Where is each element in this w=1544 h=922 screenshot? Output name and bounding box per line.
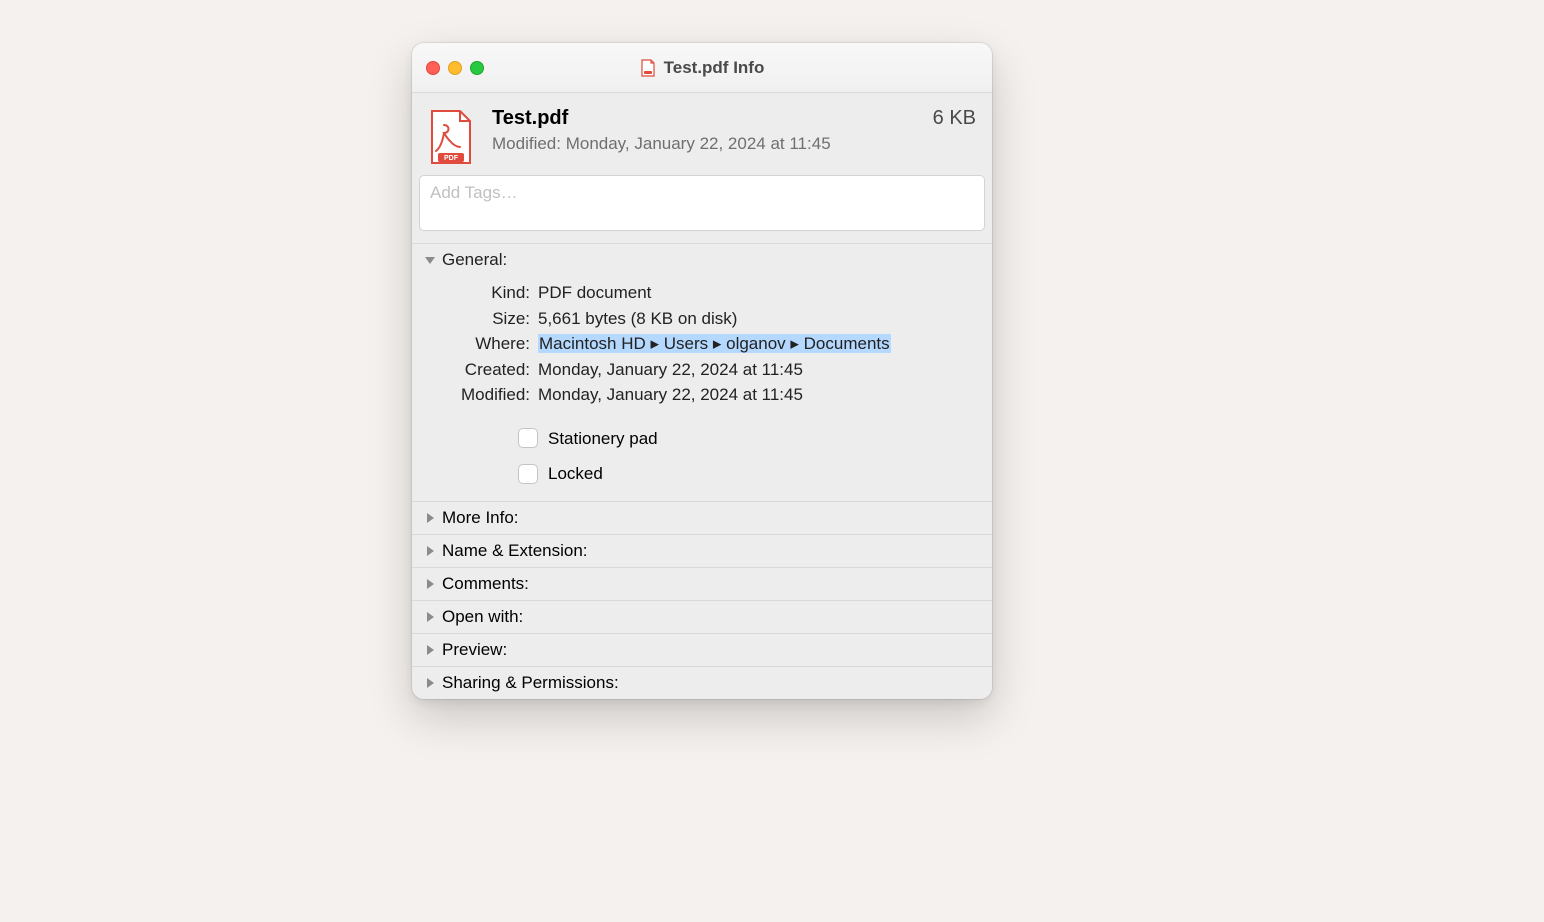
window-title: Test.pdf Info [412,58,992,78]
section-name-extension[interactable]: Name & Extension: [412,534,992,567]
tags-input[interactable] [419,175,985,231]
titlebar[interactable]: Test.pdf Info [412,43,992,93]
file-modified-line: Modified: Monday, January 22, 2024 at 11… [492,134,976,154]
chevron-right-icon [422,645,438,655]
section-preview[interactable]: Preview: [412,633,992,666]
section-general: General: Kind: PDF document Size: 5,661 … [412,243,992,501]
size-label: Size: [422,306,530,332]
section-general-header[interactable]: General: [412,244,992,276]
section-open-with-label: Open with: [442,607,523,627]
modified-value: Monday, January 22, 2024 at 11:45 [538,382,982,408]
minimize-button[interactable] [448,61,462,75]
where-value[interactable]: Macintosh HD ▸ Users ▸ olganov ▸ Documen… [538,334,891,353]
chevron-down-icon [422,257,438,264]
chevron-right-icon [422,612,438,622]
chevron-right-icon [422,546,438,556]
stationery-pad-label[interactable]: Stationery pad [548,426,658,452]
section-comments-label: Comments: [442,574,529,594]
window-title-text: Test.pdf Info [664,58,765,78]
chevron-right-icon [422,513,438,523]
pdf-mini-icon [640,59,656,77]
size-value: 5,661 bytes (8 KB on disk) [538,306,982,332]
file-name: Test.pdf [492,107,568,130]
section-sharing-permissions-label: Sharing & Permissions: [442,673,619,693]
created-value: Monday, January 22, 2024 at 11:45 [538,357,982,383]
created-label: Created: [422,357,530,383]
file-size-short: 6 KB [933,107,976,130]
section-open-with[interactable]: Open with: [412,600,992,633]
where-label: Where: [422,331,530,357]
zoom-button[interactable] [470,61,484,75]
info-window: Test.pdf Info PDF Test.pdf 6 KB Modified… [412,43,992,699]
locked-checkbox[interactable] [518,464,538,484]
section-name-extension-label: Name & Extension: [442,541,588,561]
pdf-file-icon: PDF [428,109,478,165]
traffic-lights [426,61,484,75]
section-sharing-permissions[interactable]: Sharing & Permissions: [412,666,992,699]
kind-value: PDF document [538,280,982,306]
stationery-pad-checkbox[interactable] [518,428,538,448]
section-more-info-label: More Info: [442,508,519,528]
file-summary: PDF Test.pdf 6 KB Modified: Monday, Janu… [412,93,992,175]
section-more-info[interactable]: More Info: [412,501,992,534]
close-button[interactable] [426,61,440,75]
kind-label: Kind: [422,280,530,306]
locked-label[interactable]: Locked [548,461,603,487]
section-general-label: General: [442,250,507,270]
section-comments[interactable]: Comments: [412,567,992,600]
modified-label: Modified: [422,382,530,408]
section-preview-label: Preview: [442,640,507,660]
svg-text:PDF: PDF [444,155,459,162]
chevron-right-icon [422,678,438,688]
chevron-right-icon [422,579,438,589]
